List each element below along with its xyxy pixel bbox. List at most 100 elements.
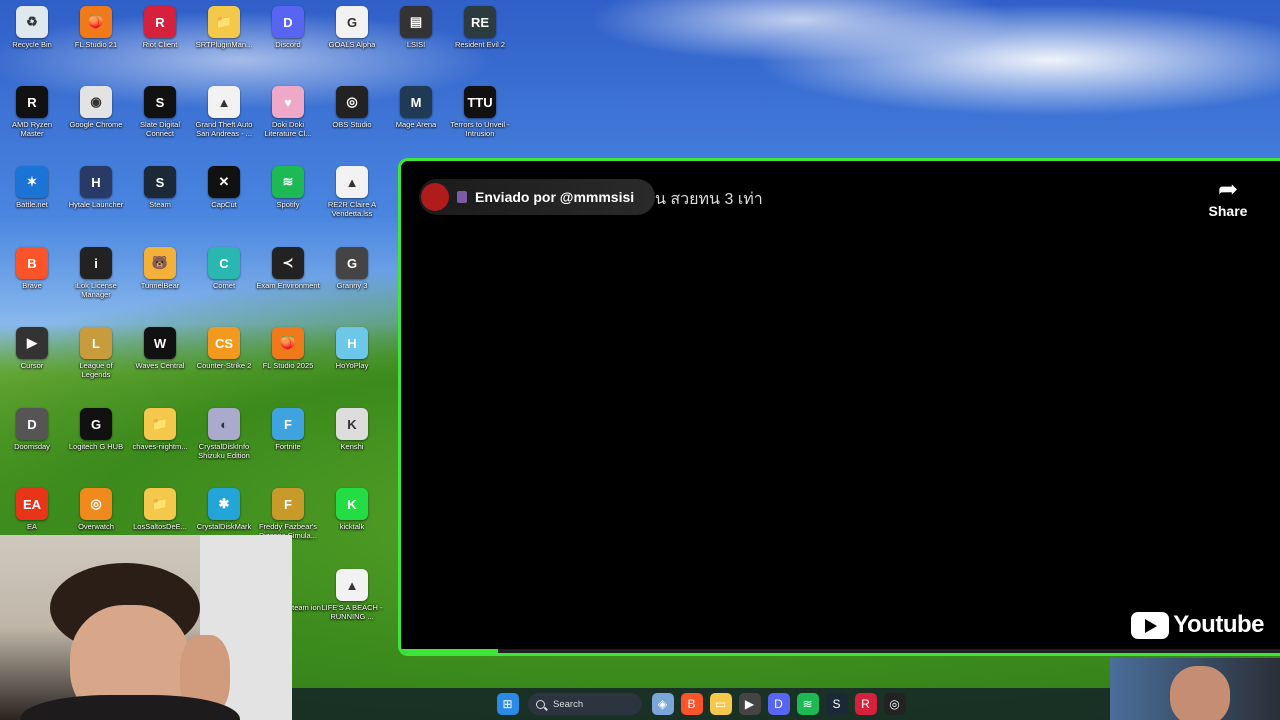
desktop-icon-crystaldiskinfo-shizuku-edition[interactable]: ◐ CrystalDiskInfo Shizuku Edition: [192, 408, 256, 460]
widgets-icon[interactable]: ◈: [651, 693, 674, 715]
desktop-icon-waves-central[interactable]: W Waves Central: [128, 327, 192, 370]
desktop-icon-mage-arena[interactable]: M Mage Arena: [384, 86, 448, 129]
share-label: Share: [1208, 203, 1248, 219]
desktop-icon-grand-theft-auto-san-andreas[interactable]: ▲ Grand Theft Auto San Andreas - ...: [192, 86, 256, 138]
app-icon: ▲: [208, 86, 240, 118]
desktop-icon-slate-digital-connect[interactable]: S Slate Digital Connect: [128, 86, 192, 138]
desktop-icon-amd-ryzen-master[interactable]: R AMD Ryzen Master: [0, 86, 64, 138]
app-icon: ◐: [208, 408, 240, 440]
desktop-icon-label: Logitech G HUB: [68, 442, 124, 451]
desktop-icon-lsisi[interactable]: ▤ LSISI: [384, 6, 448, 49]
desktop-icon-battle-net[interactable]: ✶ Battle.net: [0, 166, 64, 209]
desktop-icon-riot-client[interactable]: R Riot Client: [128, 6, 192, 49]
desktop-icon-goals-alpha[interactable]: G GOALS Alpha: [320, 6, 384, 49]
desktop-icon-label: Steam: [149, 200, 171, 209]
desktop-icon-capcut[interactable]: ✕ CapCut: [192, 166, 256, 209]
desktop-icon-kenshi[interactable]: K Kenshi: [320, 408, 384, 451]
channel-avatar[interactable]: [421, 183, 449, 211]
desktop-icon-tunnelbear[interactable]: 🐻 TunnelBear: [128, 247, 192, 290]
app-icon: S: [144, 166, 176, 198]
desktop-icon-label: Riot Client: [142, 40, 178, 49]
desktop-icon-life-s-a-beach-running[interactable]: ▲ LIFE'S A BEACH - RUNNING ...: [320, 569, 384, 621]
desktop-icon-spotify[interactable]: ≋ Spotify: [256, 166, 320, 209]
video-title[interactable]: น สวยทน 3 เท่า: [655, 187, 763, 212]
desktop-icon-freddy-fazbear-s-pizzeria-simula[interactable]: FFreddy Fazbear's Pizzeria Simula...: [256, 488, 320, 540]
app-icon: EA: [16, 488, 48, 520]
desktop-icon-lossaltosdee[interactable]: 📁 LosSaltosDeE...: [128, 488, 192, 531]
app-icon: ▲: [336, 569, 368, 601]
desktop-icon-label: Comet: [212, 281, 236, 290]
desktop-icon-label: CapCut: [211, 200, 237, 209]
desktop-icon-exam-environment[interactable]: ≺ Exam Environment: [256, 247, 320, 290]
app-icon: i: [80, 247, 112, 279]
steam-icon[interactable]: S: [825, 693, 848, 715]
app-icon: H: [336, 327, 368, 359]
riot-client-icon[interactable]: R: [854, 693, 877, 715]
brave-icon[interactable]: B: [680, 693, 703, 715]
app-icon: 📁: [208, 6, 240, 38]
desktop-icon-terrors-to-unveil-intrusion[interactable]: TTU Terrors to Unveil - Intrusion: [448, 86, 512, 138]
windows-start-icon[interactable]: ⊞: [496, 693, 519, 715]
share-button[interactable]: ➦ Share: [1204, 177, 1252, 220]
app-icon: L: [80, 327, 112, 359]
app-icon: G: [336, 247, 368, 279]
desktop-icon-overwatch[interactable]: ◎ Overwatch: [64, 488, 128, 531]
desktop-icon-label: RE2R Claire A Vendetta.lss: [327, 200, 377, 218]
desktop-icon-league-of-legends[interactable]: L League of Legends: [64, 327, 128, 379]
desktop-icon-label: CrystalDiskMark: [196, 522, 252, 531]
desktop-icon-google-chrome[interactable]: ◉ Google Chrome: [64, 86, 128, 129]
desktop-icon-fl-studio-2025[interactable]: 🍑 FL Studio 2025: [256, 327, 320, 370]
secondary-webcam-face: [1170, 666, 1230, 720]
desktop-icon-fl-studio-21[interactable]: 🍑 FL Studio 21: [64, 6, 128, 49]
desktop-icon-doomsday[interactable]: D Doomsday: [0, 408, 64, 451]
desktop-icon-fortnite[interactable]: F Fortnite: [256, 408, 320, 451]
desktop-icon-ea[interactable]: EA EA: [0, 488, 64, 531]
desktop-icon-kicktalk[interactable]: Kkicktalk: [320, 488, 384, 531]
file-explorer-icon[interactable]: ▭: [709, 693, 732, 715]
desktop-icon-cursor[interactable]: ▶ Cursor: [0, 327, 64, 370]
desktop-icon-discord[interactable]: D Discord: [256, 6, 320, 49]
app-icon: G: [336, 6, 368, 38]
desktop-icon-ilok-license-manager[interactable]: i iLok License Manager: [64, 247, 128, 299]
desktop-icon-re2r-claire-a-vendetta-lss[interactable]: ▲ RE2R Claire A Vendetta.lss: [320, 166, 384, 218]
obs-icon[interactable]: ◎: [883, 693, 906, 715]
app-icon: ≋: [272, 166, 304, 198]
spotify-icon[interactable]: ≋: [796, 693, 819, 715]
app-icon: ◎: [80, 488, 112, 520]
desktop-icon-hoyoplay[interactable]: H HoYoPlay: [320, 327, 384, 370]
desktop-icon-steam[interactable]: S Steam: [128, 166, 192, 209]
desktop-icon-obs-studio[interactable]: ◎ OBS Studio: [320, 86, 384, 129]
desktop-icon-comet[interactable]: C Comet: [192, 247, 256, 290]
app-icon: 🍑: [80, 6, 112, 38]
desktop-icon-label: iLok License Manager: [75, 281, 117, 299]
cursor-app-icon[interactable]: ▶: [738, 693, 761, 715]
desktop-icon-recycle-bin[interactable]: ♻ Recycle Bin: [0, 6, 64, 49]
sender-badge[interactable]: Enviado por @mmmsisi: [419, 179, 655, 215]
video-progress-bar[interactable]: [401, 649, 1280, 653]
desktop-icon-doki-doki-literature-cl[interactable]: ♥ Doki Doki Literature Cl...: [256, 86, 320, 138]
app-icon: S: [144, 86, 176, 118]
app-icon: ▶: [16, 327, 48, 359]
desktop-icon-label: TunnelBear: [140, 281, 180, 290]
desktop-icon-logitech-g-hub[interactable]: G Logitech G HUB: [64, 408, 128, 451]
app-icon: K: [336, 408, 368, 440]
desktop-icon-counter-strike-2[interactable]: CS Counter-Strike 2: [192, 327, 256, 370]
youtube-short-player[interactable]: Enviado por @mmmsisi น สวยทน 3 เท่า ➦ Sh…: [398, 158, 1280, 656]
desktop-icon-label: Waves Central: [135, 361, 185, 370]
desktop-icon-srtpluginman[interactable]: 📁 SRTPluginMan...: [192, 6, 256, 49]
desktop-icon-label: FL Studio 2025: [262, 361, 314, 370]
discord-icon[interactable]: D: [767, 693, 790, 715]
desktop-icon-granny-3[interactable]: G Granny 3: [320, 247, 384, 290]
desktop-icon-crystaldiskmark[interactable]: ✱ CrystalDiskMark: [192, 488, 256, 531]
taskbar-apps: ◈ B ▭ ▶ D ≋ S R ◎: [648, 693, 909, 715]
desktop-icon-label: HoYoPlay: [335, 361, 369, 370]
desktop-icon-hytale-launcher[interactable]: H Hytale Launcher: [64, 166, 128, 209]
desktop-icon-label: Recycle Bin: [12, 40, 52, 49]
desktop-icon-chaves-nightm[interactable]: 📁 chaves-nightm...: [128, 408, 192, 451]
youtube-wordmark: Youtube: [1173, 611, 1264, 638]
taskbar-search[interactable]: Search: [528, 693, 642, 715]
app-icon: TTU: [464, 86, 496, 118]
youtube-logo[interactable]: Youtube: [1131, 611, 1264, 639]
desktop-icon-brave[interactable]: B Brave: [0, 247, 64, 290]
desktop-icon-resident-evil-2[interactable]: RE Resident Evil 2: [448, 6, 512, 49]
